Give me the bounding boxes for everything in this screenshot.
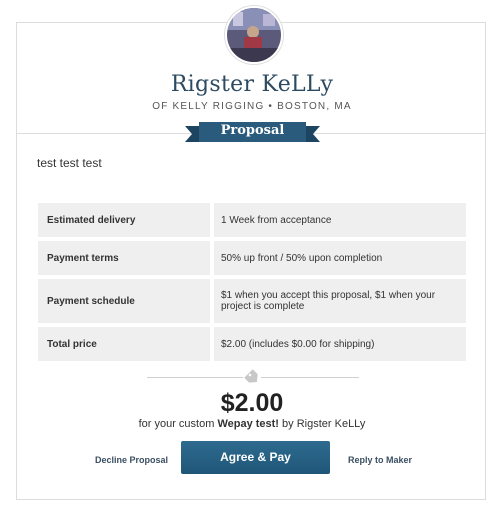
terms-key: Payment schedule (38, 279, 210, 323)
table-row: Payment terms 50% up front / 50% upon co… (38, 241, 466, 275)
maker-subtitle: OF KELLY RIGGING • BOSTON, MA (152, 101, 352, 112)
terms-value: $1 when you accept this proposal, $1 whe… (210, 279, 466, 323)
decline-proposal-link[interactable]: Decline Proposal (95, 455, 168, 465)
proposal-ribbon: Proposal (185, 120, 320, 144)
caption-prefix: for your custom (138, 418, 218, 430)
price-tag-icon (243, 369, 261, 390)
terms-value: 1 Week from acceptance (210, 203, 466, 237)
terms-key: Payment terms (38, 241, 210, 275)
terms-key: Estimated delivery (38, 203, 210, 237)
proposal-message: test test test (37, 156, 102, 170)
terms-value: $2.00 (includes $0.00 for shipping) (210, 327, 466, 361)
reply-to-maker-link[interactable]: Reply to Maker (348, 455, 412, 465)
table-row: Total price $2.00 (includes $0.00 for sh… (38, 327, 466, 361)
agree-and-pay-button[interactable]: Agree & Pay (181, 441, 330, 474)
proposal-ribbon-label: Proposal (220, 123, 285, 138)
price-caption: for your custom Wepay test! by Rigster K… (0, 418, 504, 430)
table-row: Payment schedule $1 when you accept this… (38, 279, 466, 323)
caption-suffix: by Rigster KeLLy (278, 418, 366, 430)
maker-avatar (225, 6, 283, 64)
total-price: $2.00 (220, 389, 284, 417)
table-row: Estimated delivery 1 Week from acceptanc… (38, 203, 466, 237)
terms-table: Estimated delivery 1 Week from acceptanc… (38, 199, 466, 365)
project-name: Wepay test! (217, 418, 279, 430)
maker-name: Rigster KeLLy (170, 72, 334, 97)
terms-key: Total price (38, 327, 210, 361)
terms-value: 50% up front / 50% upon completion (210, 241, 466, 275)
